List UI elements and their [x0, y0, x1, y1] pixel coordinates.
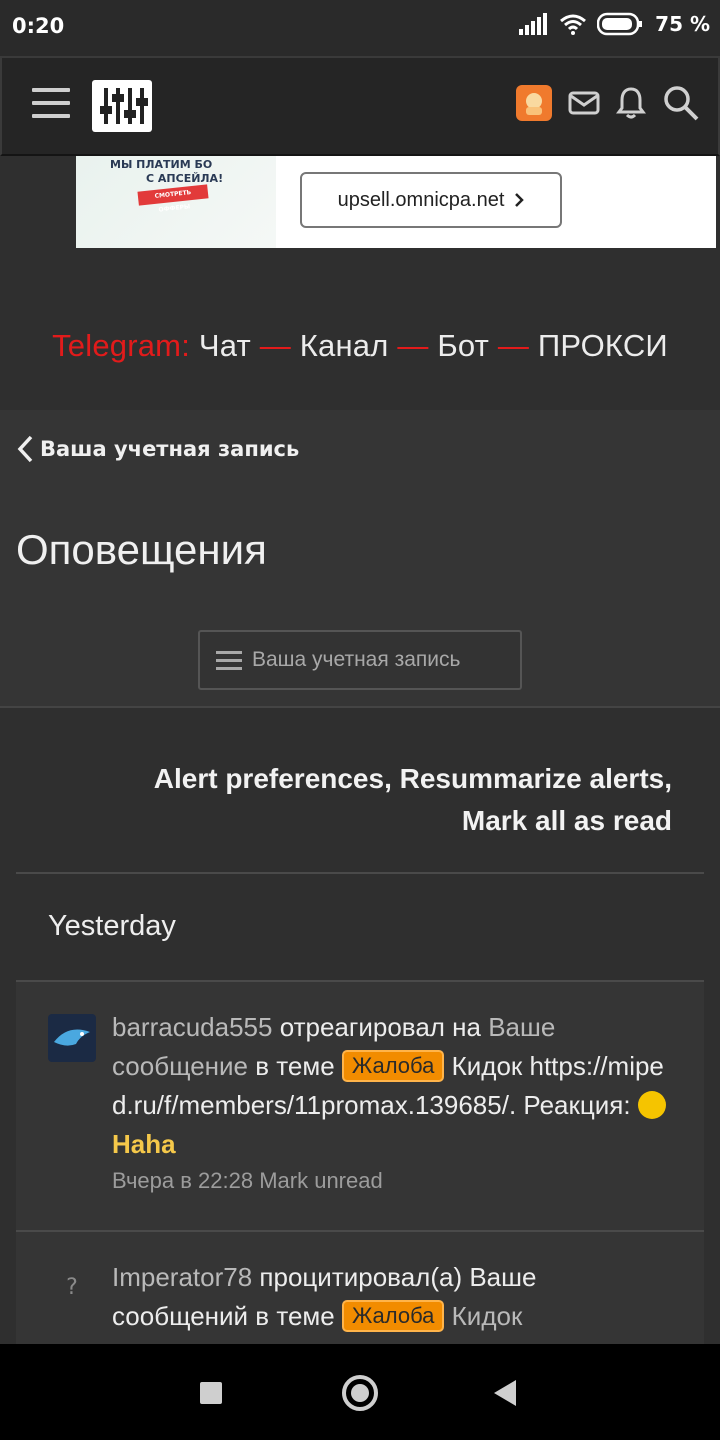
ad-cta: СМОТРЕТЬ ОФФЕРЫ: [137, 184, 209, 214]
thread-prefix-tag: Жалоба: [341, 1050, 445, 1082]
dash: —: [497, 328, 530, 363]
thread-prefix-tag: Жалоба: [341, 1300, 445, 1332]
laugh-emoji-icon: [637, 1091, 666, 1119]
chevron-right-icon: [515, 193, 525, 207]
alert-time: Вчера в 22:28: [112, 1168, 254, 1193]
alert-actions-line1[interactable]: Alert preferences, Resummarize alerts,: [72, 758, 672, 800]
alert-text: Imperator78 процитировал(а) Ваше сообщен…: [112, 1258, 672, 1336]
wifi-icon: [560, 14, 587, 35]
search-icon[interactable]: [662, 84, 700, 122]
alert-action: отреагировал на: [272, 1012, 489, 1042]
alert-user-link[interactable]: Imperator78: [112, 1262, 252, 1292]
bell-icon[interactable]: [616, 86, 646, 120]
dash: —: [397, 328, 429, 363]
menu-icon: [216, 646, 242, 675]
telegram-links: Telegram: Чат — Канал — Бот — ПРОКСИ: [0, 328, 720, 364]
header-icons: [516, 84, 700, 122]
telegram-proxy-link[interactable]: ПРОКСИ: [538, 328, 668, 363]
hamburger-icon[interactable]: [32, 88, 70, 120]
user-avatar[interactable]: [48, 1014, 96, 1062]
battery-percent: 75 %: [655, 12, 710, 36]
alert-item[interactable]: barracuda555 отреагировал на Ваше сообще…: [16, 982, 704, 1230]
envelope-icon[interactable]: [568, 90, 600, 116]
page-title: Оповещения: [16, 526, 267, 573]
alerts-panel: Alert preferences, Resummarize alerts, M…: [16, 708, 704, 1344]
alert-actions: Alert preferences, Resummarize alerts, M…: [72, 758, 672, 842]
status-bar: 0:20 75 %: [0, 0, 720, 56]
breadcrumb-back[interactable]: Ваша учетная запись: [16, 434, 299, 464]
reaction-label: Haha: [112, 1129, 176, 1159]
day-heading: Yesterday: [48, 910, 176, 942]
alert-item[interactable]: ? Imperator78 процитировал(а) Ваше сообщ…: [16, 1232, 704, 1344]
telegram-bot-link[interactable]: Бот: [437, 328, 489, 363]
telegram-chat-link[interactable]: Чат: [199, 328, 251, 363]
signal-icon: [519, 13, 548, 35]
divider: [16, 872, 704, 874]
alert-actions-line2[interactable]: Mark all as read: [72, 800, 672, 842]
site-header: [0, 56, 720, 156]
account-menu-label: Ваша учетная запись: [252, 648, 461, 671]
user-avatar[interactable]: [516, 85, 552, 121]
alert-thread-title[interactable]: Кидок: [444, 1301, 523, 1331]
telegram-label: Telegram:: [52, 328, 191, 363]
ad-banner[interactable]: МЫ ПЛАТИМ БО С АПСЕЙЛА! СМОТРЕТЬ ОФФЕРЫ …: [76, 156, 716, 248]
battery-icon: [597, 12, 643, 36]
alert-text: barracuda555 отреагировал на Ваше сообще…: [112, 1008, 672, 1198]
status-icons: 75 %: [519, 12, 710, 36]
chevron-left-icon: [17, 435, 33, 463]
mark-unread-link[interactable]: Mark unread: [259, 1168, 383, 1193]
default-avatar[interactable]: ?: [48, 1264, 96, 1312]
dash: —: [259, 328, 291, 363]
alert-user-link[interactable]: barracuda555: [112, 1012, 272, 1042]
alert-in-thread: в теме: [248, 1051, 342, 1081]
alert-meta: Вчера в 22:28 Mark unread: [112, 1164, 672, 1198]
ad-line2: С АПСЕЙЛА!: [146, 172, 224, 185]
breadcrumb-label: Ваша учетная запись: [40, 437, 300, 461]
telegram-channel-link[interactable]: Канал: [300, 328, 389, 363]
sliders-logo-icon[interactable]: [92, 80, 152, 132]
ad-line1: МЫ ПЛАТИМ БО: [110, 158, 213, 171]
account-menu-button[interactable]: Ваша учетная запись: [198, 630, 522, 690]
recents-icon[interactable]: [200, 1382, 222, 1404]
system-nav-bar: [0, 1344, 720, 1440]
account-section: Ваша учетная запись Оповещения Ваша учет…: [0, 410, 720, 708]
ad-image: МЫ ПЛАТИМ БО С АПСЕЙЛА! СМОТРЕТЬ ОФФЕРЫ: [76, 156, 276, 248]
ad-button-label: upsell.omnicpa.net: [337, 188, 505, 211]
home-icon[interactable]: [342, 1375, 378, 1411]
ad-link-button[interactable]: upsell.omnicpa.net: [300, 172, 562, 228]
back-icon[interactable]: [494, 1380, 516, 1406]
status-time: 0:20: [12, 14, 65, 38]
